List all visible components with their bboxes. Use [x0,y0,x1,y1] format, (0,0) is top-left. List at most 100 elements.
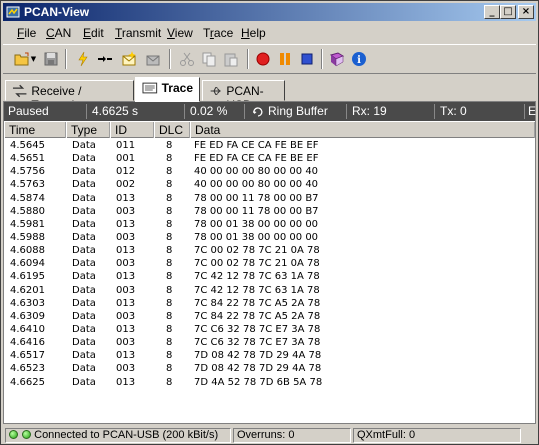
cell-dlc: 8 [166,140,173,151]
cell-data: 7C 00 02 78 7C 21 0A 78 [194,258,320,270]
cell-data: FE ED FA CE CA FE BE EF [194,140,319,151]
app-window: PCAN-View _ □ × File CAN Edit Transmit V… [0,0,539,445]
copy-icon[interactable] [199,49,219,69]
cell-time: 4.6625 [10,376,45,388]
tab-receive-transmit[interactable]: Receive / Transmit [5,80,134,112]
new-message-icon[interactable] [119,49,139,69]
table-row[interactable]: 4.6088 Data 013 8 7C 00 02 78 7C 21 0A 78 [4,244,535,257]
paste-icon[interactable] [221,49,241,69]
cell-dlc: 8 [166,166,173,178]
cell-time: 4.6410 [10,323,45,335]
cell-data: 7C 00 02 78 7C 21 0A 78 [194,245,320,257]
menu-transmit[interactable]: Transmit [115,26,161,40]
trace-rows: 4.5645 Data 011 8 FE ED FA CE CA FE BE EF 4.5… [4,139,535,389]
cell-data: 78 00 01 38 00 00 00 00 [194,231,319,243]
connect-lightning-icon[interactable] [73,49,93,69]
table-row[interactable]: 4.5880 Data 003 8 78 00 00 11 78 00 00 B7 [4,205,535,218]
menu-help[interactable]: Help [241,26,266,40]
cell-type: Data [72,205,96,217]
book-icon[interactable] [327,49,347,69]
cell-data: 78 00 01 38 00 00 00 00 [194,218,319,230]
cell-id: 013 [116,245,136,257]
table-row[interactable]: 4.6410 Data 013 8 7C C6 32 78 7C E7 3A 78 [4,323,535,336]
menu-edit[interactable]: Edit [83,26,104,40]
tab-pcan-usb[interactable]: PCAN-USB [202,80,285,112]
cell-data: 7D 08 42 78 7D 29 4A 78 [194,363,322,375]
cell-time: 4.6517 [10,350,45,362]
cell-type: Data [72,153,96,165]
open-folder-icon[interactable]: ▼ [11,49,39,69]
table-row[interactable]: 4.5756 Data 012 8 40 00 00 00 80 00 00 40 [4,165,535,178]
table-row[interactable]: 4.5763 Data 002 8 40 00 00 00 80 00 00 40 [4,178,535,191]
toolbar: ▼ i [3,44,536,74]
cell-data: 7C 84 22 78 7C A5 2A 78 [194,297,321,309]
cell-data: 7C C6 32 78 7C E7 3A 78 [194,337,321,349]
table-row[interactable]: 4.6094 Data 003 8 7C 00 02 78 7C 21 0A 78 [4,257,535,270]
col-dlc[interactable]: DLC [154,122,190,138]
cell-id: 013 [116,271,136,283]
cut-icon[interactable] [177,49,197,69]
menu-file[interactable]: File [17,26,36,40]
tab-trace[interactable]: Trace [135,77,200,102]
cell-id: 013 [116,350,136,362]
cell-type: Data [72,363,96,375]
table-row[interactable]: 4.6523 Data 003 8 7D 08 42 78 7D 29 4A 78 [4,362,535,375]
cell-data: 7D 4A 52 78 7D 6B 5A 78 [194,376,323,388]
table-row[interactable]: 4.6303 Data 013 8 7C 84 22 78 7C A5 2A 78 [4,297,535,310]
menu-view[interactable]: View [167,26,193,40]
col-type[interactable]: Type [66,122,110,138]
cell-time: 4.5645 [10,140,45,151]
cell-type: Data [72,218,96,230]
cell-type: Data [72,231,96,243]
ring-buffer-icon [253,107,263,117]
disconnect-icon[interactable] [95,49,115,69]
table-row[interactable]: 4.5988 Data 003 8 78 00 01 38 00 00 00 00 [4,231,535,244]
cell-type: Data [72,166,96,178]
save-disk-icon[interactable] [41,49,61,69]
cell-data: 7C 42 12 78 7C 63 1A 78 [194,284,320,296]
record-icon[interactable] [253,49,273,69]
table-row[interactable]: 4.5645 Data 011 8 FE ED FA CE CA FE BE EF [4,139,535,152]
rx-count: Rx: 19 [352,104,387,118]
title-bar[interactable]: PCAN-View _ □ × [3,3,536,21]
table-row[interactable]: 4.5874 Data 013 8 78 00 00 11 78 00 00 B7 [4,192,535,205]
table-row[interactable]: 4.6517 Data 013 8 7D 08 42 78 7D 29 4A 78 [4,349,535,362]
close-button[interactable]: × [518,5,534,19]
cell-dlc: 8 [166,337,173,349]
stop-icon[interactable] [297,49,317,69]
info-icon[interactable]: i [349,49,369,69]
cell-time: 4.5756 [10,166,45,178]
table-row[interactable]: 4.6201 Data 003 8 7C 42 12 78 7C 63 1A 78 [4,284,535,297]
col-time[interactable]: Time [4,122,66,138]
col-id[interactable]: ID [110,122,154,138]
cell-dlc: 8 [166,205,173,217]
col-data[interactable]: Data [190,122,535,138]
cell-id: 003 [116,337,136,349]
maximize-button[interactable]: □ [500,5,516,19]
menu-can[interactable]: CAN [46,26,71,40]
cell-id: 001 [116,153,136,165]
edit-message-icon[interactable] [143,49,163,69]
cell-dlc: 8 [166,231,173,243]
menu-trace[interactable]: Trace [203,26,233,40]
table-row[interactable]: 4.5981 Data 013 8 78 00 01 38 00 00 00 00 [4,218,535,231]
cell-type: Data [72,284,96,296]
cell-id: 013 [116,297,136,309]
table-row[interactable]: 4.6625 Data 013 8 7D 4A 52 78 7D 6B 5A 78 [4,376,535,389]
trace-icon [142,82,158,94]
cell-type: Data [72,323,96,335]
cell-time: 4.5880 [10,205,45,217]
cell-id: 013 [116,218,136,230]
status-bar: Connected to PCAN-USB (200 kBit/s) Overr… [3,426,536,444]
pcan-app-icon [6,6,20,18]
table-row[interactable]: 4.6309 Data 003 8 7C 84 22 78 7C A5 2A 78 [4,310,535,323]
minimize-button[interactable]: _ [484,5,500,19]
pause-icon[interactable] [275,49,295,69]
table-row[interactable]: 4.6195 Data 013 8 7C 42 12 78 7C 63 1A 78 [4,270,535,283]
cell-type: Data [72,310,96,322]
cell-time: 4.6309 [10,310,45,322]
table-row[interactable]: 4.5651 Data 001 8 FE ED FA CE CA FE BE EF [4,152,535,165]
svg-text:i: i [357,55,361,66]
table-row[interactable]: 4.6416 Data 003 8 7C C6 32 78 7C E7 3A 78 [4,336,535,349]
cell-data: 40 00 00 00 80 00 00 40 [194,179,319,191]
